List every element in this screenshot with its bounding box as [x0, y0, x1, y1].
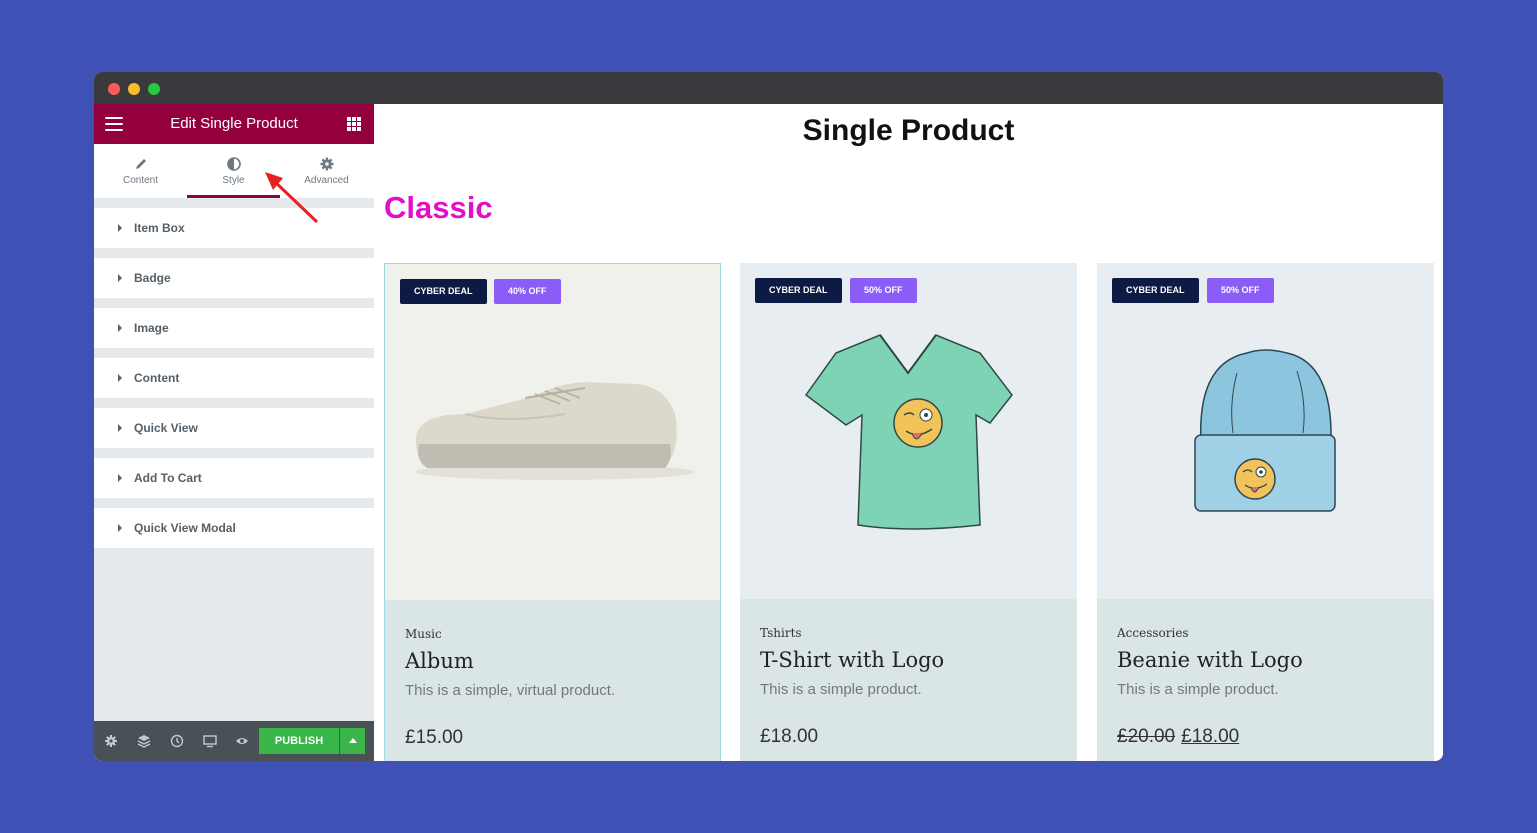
tab-content[interactable]: Content	[94, 144, 187, 198]
section-badge[interactable]: Badge	[94, 258, 374, 298]
style-sections: Item Box Badge Image Content Quick View …	[94, 208, 374, 558]
current-price: £18.00	[760, 726, 819, 747]
settings-icon[interactable]	[104, 734, 118, 748]
product-category[interactable]: Tshirts	[760, 626, 802, 640]
caret-right-icon	[118, 524, 122, 532]
maximize-window-dot[interactable]	[148, 83, 160, 95]
section-label: Image	[134, 321, 169, 335]
section-label: Badge	[134, 271, 171, 285]
product-image[interactable]: CYBER DEAL 50% OFF	[1097, 263, 1434, 599]
product-info: Tshirts T-Shirt with Logo This is a simp…	[740, 599, 1077, 761]
caret-right-icon	[118, 274, 122, 282]
sneaker-image	[415, 382, 695, 480]
product-title[interactable]: Album	[405, 649, 474, 673]
history-icon[interactable]	[170, 734, 184, 748]
caret-right-icon	[118, 474, 122, 482]
beanie-image	[1194, 349, 1336, 512]
half-circle-icon	[226, 157, 241, 171]
caret-right-icon	[118, 424, 122, 432]
minimize-window-dot[interactable]	[128, 83, 140, 95]
style-heading: Classic	[384, 190, 493, 225]
section-quick-view[interactable]: Quick View	[94, 408, 374, 448]
product-description: This is a simple, virtual product.	[405, 682, 616, 699]
caret-right-icon	[118, 324, 122, 332]
product-description: This is a simple product.	[1117, 681, 1279, 698]
widgets-grid-icon[interactable]	[347, 117, 361, 131]
publish-button[interactable]: PUBLISH	[259, 728, 339, 754]
product-title[interactable]: Beanie with Logo	[1117, 648, 1303, 672]
pencil-icon	[135, 159, 146, 169]
close-window-dot[interactable]	[108, 83, 120, 95]
tab-content-label: Content	[122, 175, 159, 186]
window-titlebar	[94, 72, 1443, 104]
caret-right-icon	[118, 224, 122, 232]
product-price: £20.00 £18.00	[1117, 726, 1239, 748]
preview-canvas: Single Product Classic CYBER DEAL 40% OF…	[374, 104, 1443, 761]
product-card-album[interactable]: CYBER DEAL 40% OFF Music Album This is a…	[384, 263, 721, 761]
section-label: Content	[134, 371, 180, 385]
preview-eye-icon[interactable]	[235, 734, 249, 748]
regular-price: £20.00	[1117, 726, 1176, 747]
product-price: £18.00	[760, 726, 818, 748]
tshirt-image	[804, 334, 1013, 530]
product-price: £15.00	[405, 727, 463, 749]
product-title[interactable]: T-Shirt with Logo	[760, 648, 944, 672]
product-card-beanie[interactable]: CYBER DEAL 50% OFF Accessories Beanie wi…	[1097, 263, 1434, 761]
product-info: Accessories Beanie with Logo This is a s…	[1097, 599, 1434, 761]
section-image[interactable]: Image	[94, 308, 374, 348]
section-add-to-cart[interactable]: Add To Cart	[94, 458, 374, 498]
product-info: Music Album This is a simple, virtual pr…	[385, 600, 720, 761]
caret-right-icon	[118, 374, 122, 382]
browser-window: Edit Single Product Content Style Advanc…	[94, 72, 1443, 761]
panel-header: Edit Single Product	[94, 104, 374, 144]
product-category[interactable]: Accessories	[1117, 626, 1189, 640]
layers-icon[interactable]	[137, 734, 151, 748]
section-label: Item Box	[134, 221, 185, 235]
sale-price: £18.00	[1181, 726, 1240, 747]
product-image[interactable]: CYBER DEAL 50% OFF	[740, 263, 1077, 599]
product-category[interactable]: Music	[405, 627, 442, 641]
panel-footer: PUBLISH	[94, 721, 374, 761]
product-image[interactable]: CYBER DEAL 40% OFF	[385, 264, 720, 600]
section-quick-view-modal[interactable]: Quick View Modal	[94, 508, 374, 548]
product-card-tshirt[interactable]: CYBER DEAL 50% OFF Tshirts T-Shirt with …	[740, 263, 1077, 761]
publish-options-button[interactable]	[340, 728, 365, 754]
section-content[interactable]: Content	[94, 358, 374, 398]
section-label: Quick View Modal	[134, 521, 236, 535]
page-title: Single Product	[802, 114, 1015, 147]
product-description: This is a simple product.	[760, 681, 922, 698]
menu-icon[interactable]	[105, 117, 123, 131]
red-arrow-icon	[265, 172, 319, 224]
responsive-desktop-icon[interactable]	[203, 734, 217, 748]
section-label: Quick View	[134, 421, 198, 435]
current-price: £15.00	[405, 727, 464, 748]
section-label: Add To Cart	[134, 471, 202, 485]
panel-title: Edit Single Product	[170, 115, 298, 132]
